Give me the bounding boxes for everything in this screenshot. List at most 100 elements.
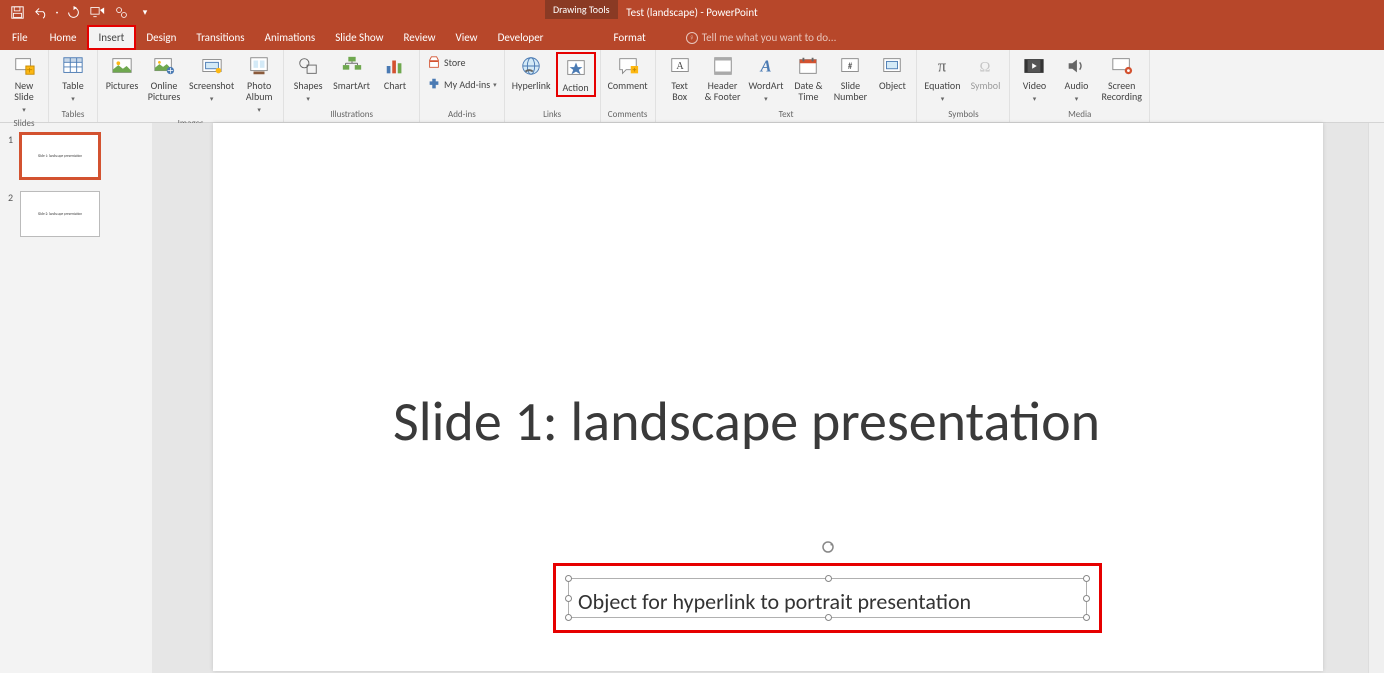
symbol-label: Symbol [971, 80, 1001, 91]
chart-button[interactable]: Chart [375, 52, 415, 93]
table-icon [61, 54, 85, 78]
lightbulb-icon: ♀ [686, 32, 698, 44]
save-icon[interactable] [6, 2, 28, 24]
screen-recording-button[interactable]: Screen Recording [1098, 52, 1145, 104]
tab-animations[interactable]: Animations [255, 25, 326, 50]
resize-handle[interactable] [1083, 575, 1090, 582]
resize-handle[interactable] [825, 575, 832, 582]
wordart-button[interactable]: A WordArt ▾ [745, 52, 786, 106]
datetime-icon [796, 54, 820, 78]
slide-thumb-2[interactable]: Slide 2: landscape presentation [20, 191, 100, 237]
online-pictures-button[interactable]: Online Pictures [144, 52, 184, 104]
resize-handle[interactable] [565, 575, 572, 582]
thumb-2-wrap[interactable]: 2 Slide 2: landscape presentation [8, 191, 144, 237]
svg-text:π: π [938, 57, 947, 76]
tab-design[interactable]: Design [136, 25, 186, 50]
pictures-button[interactable]: Pictures [102, 52, 142, 93]
contextual-tab-label: Drawing Tools [545, 0, 618, 19]
table-button[interactable]: Table ▾ [53, 52, 93, 106]
symbol-button[interactable]: ΩSymbol [965, 52, 1005, 93]
qat-sep: · [54, 2, 60, 24]
screenshot-icon [200, 54, 224, 78]
chevron-down-icon: ▾ [22, 104, 26, 115]
chevron-down-icon: ▾ [764, 93, 768, 104]
store-label: Store [444, 57, 465, 68]
comment-label: Comment [608, 80, 648, 91]
my-addins-button[interactable]: My Add-ins ▾ [424, 74, 500, 94]
undo-icon[interactable] [30, 2, 52, 24]
tell-me[interactable]: ♀ Tell me what you want to do... [686, 31, 837, 44]
vertical-scrollbar[interactable] [1368, 123, 1384, 673]
screenshot-label: Screenshot [189, 80, 234, 91]
slide-canvas[interactable]: Slide 1: landscape presentation Object f… [213, 123, 1323, 671]
tab-view[interactable]: View [446, 25, 488, 50]
object-icon [880, 54, 904, 78]
shapes-button[interactable]: Shapes▾ [288, 52, 328, 106]
audio-icon [1064, 54, 1088, 78]
slide-title-text[interactable]: Slide 1: landscape presentation [393, 388, 1100, 456]
tab-slideshow[interactable]: Slide Show [325, 25, 393, 50]
window-title: Test (landscape) - PowerPoint [626, 6, 757, 19]
comment-button[interactable]: Comment [605, 52, 651, 93]
group-label-links: Links [509, 108, 596, 122]
wordart-label: WordArt [748, 80, 783, 91]
resize-handle[interactable] [825, 614, 832, 621]
tab-review[interactable]: Review [394, 25, 446, 50]
store-icon [427, 55, 441, 69]
qat-dropdown-icon[interactable]: ▾ [134, 2, 156, 24]
slide-thumb-1[interactable]: Slide 1: landscape presentation [20, 133, 100, 179]
resize-handle[interactable] [565, 595, 572, 602]
action-button[interactable]: Action [556, 52, 596, 97]
thumb-2-num: 2 [8, 191, 16, 237]
group-links: Hyperlink Action Links [505, 50, 601, 122]
chevron-down-icon: ▾ [257, 104, 261, 115]
start-from-beginning-icon[interactable] [86, 2, 108, 24]
group-symbols: πEquation▾ ΩSymbol Symbols [917, 50, 1010, 122]
selected-textbox-annotation: Object for hyperlink to portrait present… [553, 563, 1102, 633]
my-addins-icon [427, 77, 441, 91]
tab-insert[interactable]: Insert [87, 25, 137, 50]
screen-recording-label: Screen Recording [1101, 80, 1142, 102]
thumb-1-wrap[interactable]: 1 Slide 1: landscape presentation [8, 133, 144, 179]
slide-canvas-area[interactable]: Slide 1: landscape presentation Object f… [152, 123, 1384, 673]
tab-file[interactable]: File [0, 25, 40, 50]
wordart-icon: A [754, 54, 778, 78]
touch-mode-icon[interactable] [110, 2, 132, 24]
textbox-button[interactable]: AText Box [660, 52, 700, 104]
slidenumber-button[interactable]: #Slide Number [830, 52, 870, 104]
tab-transitions[interactable]: Transitions [186, 25, 254, 50]
equation-button[interactable]: πEquation▾ [921, 52, 963, 106]
my-addins-label: My Add-ins [444, 79, 490, 90]
screenshot-button[interactable]: Screenshot▾ [186, 52, 237, 106]
header-footer-button[interactable]: Header & Footer [702, 52, 744, 104]
tab-developer[interactable]: Developer [488, 25, 554, 50]
photo-album-icon [247, 54, 271, 78]
resize-handle[interactable] [1083, 595, 1090, 602]
new-slide-button[interactable]: New Slide ▾ [4, 52, 44, 117]
chart-label: Chart [384, 80, 406, 91]
audio-button[interactable]: Audio▾ [1056, 52, 1096, 106]
chevron-down-icon: ▾ [1033, 93, 1037, 104]
tab-home[interactable]: Home [40, 25, 87, 50]
group-label-slides: Slides [4, 117, 44, 131]
comment-icon [616, 54, 640, 78]
hyperlink-button[interactable]: Hyperlink [509, 52, 554, 93]
tab-format[interactable]: Format [604, 25, 656, 50]
photo-album-button[interactable]: Photo Album▾ [239, 52, 279, 117]
object-button[interactable]: Object [872, 52, 912, 93]
group-media: Video▾ Audio▾ Screen Recording Media [1010, 50, 1150, 122]
group-text: AText Box Header & Footer A WordArt ▾ Date… [656, 50, 918, 122]
slide-thumbnails-panel[interactable]: 1 Slide 1: landscape presentation 2 Slid… [0, 123, 152, 673]
chevron-down-icon: ▾ [71, 93, 75, 104]
resize-handle[interactable] [1083, 614, 1090, 621]
smartart-button[interactable]: SmartArt [330, 52, 373, 93]
rotate-handle-icon[interactable] [821, 540, 835, 554]
store-button[interactable]: Store [424, 52, 500, 72]
video-button[interactable]: Video▾ [1014, 52, 1054, 106]
redo-icon[interactable] [62, 2, 84, 24]
datetime-button[interactable]: Date & Time [788, 52, 828, 104]
resize-handle[interactable] [565, 614, 572, 621]
svg-text:#: # [848, 61, 853, 72]
ribbon-tabs: File Home Insert Design Transitions Anim… [0, 25, 1384, 50]
selected-textbox-content[interactable]: Object for hyperlink to portrait present… [578, 588, 971, 615]
